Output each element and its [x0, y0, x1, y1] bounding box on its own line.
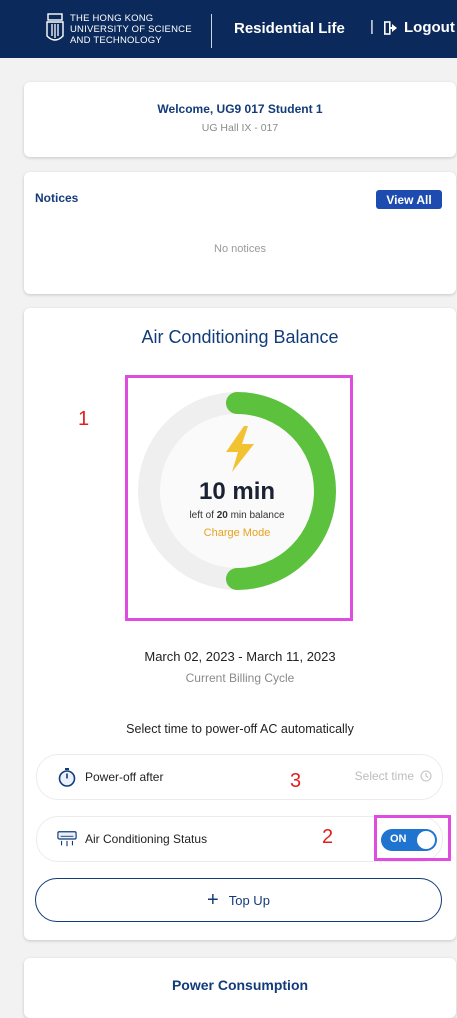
toggle-highlight-box — [374, 815, 451, 861]
top-up-button[interactable]: + Top Up — [35, 878, 442, 922]
logout-icon — [384, 20, 397, 35]
power-consumption-title: Power Consumption — [171, 977, 309, 993]
annotation-marker-3: 3 — [290, 770, 302, 792]
power-consumption-card: Power Consumption — [24, 958, 456, 1018]
billing-cycle-label: Current Billing Cycle — [185, 671, 295, 685]
lightning-bolt-icon — [226, 426, 254, 472]
header-divider — [211, 14, 212, 48]
annotation-marker-1: 1 — [78, 408, 90, 430]
logout-label: Logout — [404, 19, 455, 36]
hkust-logo-icon — [46, 13, 64, 41]
air-conditioner-icon — [57, 831, 77, 847]
site-title[interactable]: Residential Life — [234, 20, 345, 37]
minutes-left: 10 min — [198, 478, 276, 505]
annotation-marker-2: 2 — [322, 826, 334, 848]
balance-caption: left of 20 min balance — [189, 510, 285, 521]
ac-balance-card: Air Conditioning Balance 1 10 min left o… — [24, 308, 456, 940]
clock-icon — [420, 770, 432, 782]
notices-card: Notices View All No notices — [24, 172, 456, 294]
notices-empty-text: No notices — [214, 243, 266, 255]
notices-title: Notices — [35, 191, 79, 205]
select-time-placeholder: Select time — [354, 769, 414, 783]
power-off-row[interactable]: Power-off after Select time — [36, 754, 443, 800]
plus-icon: + — [207, 889, 219, 911]
billing-cycle-dates: March 02, 2023 - March 11, 2023 — [144, 649, 336, 664]
welcome-greeting: Welcome, UG9 017 Student 1 — [157, 102, 323, 116]
view-all-button[interactable]: View All — [376, 190, 442, 209]
welcome-card: Welcome, UG9 017 Student 1 UG Hall IX - … — [24, 82, 456, 157]
logout-button[interactable]: Logout — [384, 19, 455, 36]
ac-balance-title: Air Conditioning Balance — [141, 327, 339, 347]
top-up-label: Top Up — [228, 892, 270, 908]
gauge-readout: 10 min left of 20 min balance Charge Mod… — [127, 478, 347, 539]
auto-poweroff-prompt: Select time to power-off AC automaticall… — [126, 722, 354, 736]
select-time-input[interactable]: Select time — [355, 769, 432, 783]
stopwatch-icon — [58, 768, 76, 787]
top-header: THE HONG KONG UNIVERSITY OF SCIENCE AND … — [0, 0, 457, 58]
header-separator: | — [370, 18, 374, 35]
university-name: THE HONG KONG UNIVERSITY OF SCIENCE AND … — [70, 13, 192, 46]
hall-room: UG Hall IX - 017 — [201, 122, 279, 134]
charge-mode: Charge Mode — [203, 527, 271, 539]
ac-status-label: Air Conditioning Status — [85, 832, 208, 846]
power-off-label: Power-off after — [85, 770, 164, 784]
